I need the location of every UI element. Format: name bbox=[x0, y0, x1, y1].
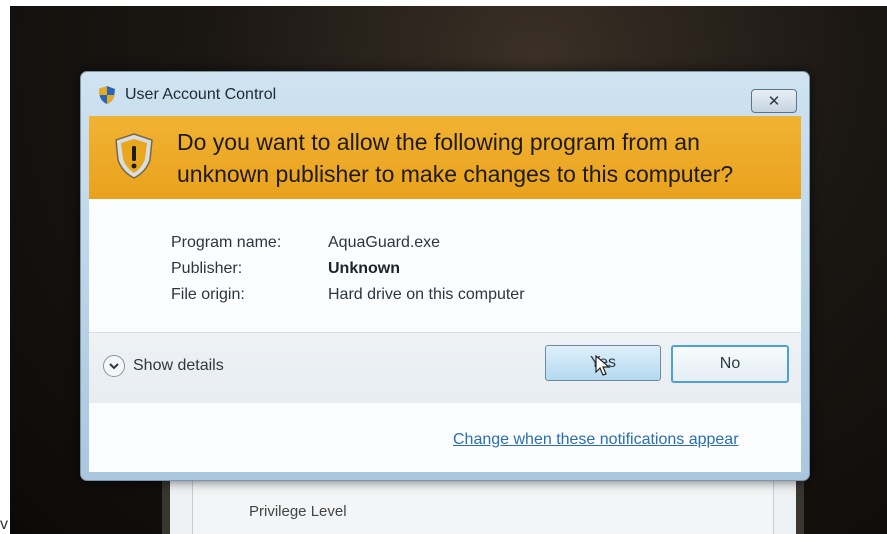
warning-banner: Do you want to allow the following progr… bbox=[89, 116, 801, 199]
edge-text: v bbox=[0, 516, 8, 533]
dialog-body: Program name: AquaGuard.exe Publisher: U… bbox=[89, 199, 801, 472]
mouse-pointer-icon bbox=[595, 355, 611, 376]
uac-question: Do you want to allow the following progr… bbox=[177, 129, 734, 187]
info-label: Publisher: bbox=[171, 260, 243, 277]
info-value: Unknown bbox=[328, 260, 400, 277]
uac-dialog: User Account Control ✕ Do you want to al… bbox=[80, 71, 810, 481]
show-details-label: Show details bbox=[133, 357, 224, 374]
info-value: Hard drive on this computer bbox=[328, 286, 525, 303]
title-bar: User Account Control ✕ bbox=[81, 72, 809, 113]
show-details-button[interactable]: Show details bbox=[103, 355, 224, 377]
uac-shield-icon bbox=[99, 86, 115, 104]
privilege-level-label: Privilege Level bbox=[249, 503, 347, 520]
button-strip: Show details Yes No bbox=[89, 332, 801, 403]
notification-settings-link[interactable]: Change when these notifications appear bbox=[453, 431, 739, 449]
close-button[interactable]: ✕ bbox=[751, 89, 797, 113]
chevron-down-icon bbox=[103, 355, 125, 377]
info-row-publisher: Publisher: Unknown bbox=[171, 260, 525, 286]
info-row-file-origin: File origin: Hard drive on this computer bbox=[171, 286, 525, 312]
warning-shield-icon bbox=[115, 133, 153, 179]
info-value: AquaGuard.exe bbox=[328, 234, 441, 251]
background-window: Privilege Level bbox=[162, 476, 804, 534]
info-label: File origin: bbox=[171, 286, 245, 303]
info-label: Program name: bbox=[171, 234, 282, 251]
background-panel: Privilege Level bbox=[192, 476, 774, 534]
program-info: Program name: AquaGuard.exe Publisher: U… bbox=[171, 234, 525, 312]
dialog-title: User Account Control bbox=[125, 86, 277, 103]
info-row-program-name: Program name: AquaGuard.exe bbox=[171, 234, 525, 260]
close-icon: ✕ bbox=[767, 93, 781, 110]
no-button[interactable]: No bbox=[671, 345, 789, 383]
monitor-photo: Privilege Level User Account Control ✕ D… bbox=[10, 6, 887, 534]
chevron-down-icon bbox=[109, 363, 119, 370]
